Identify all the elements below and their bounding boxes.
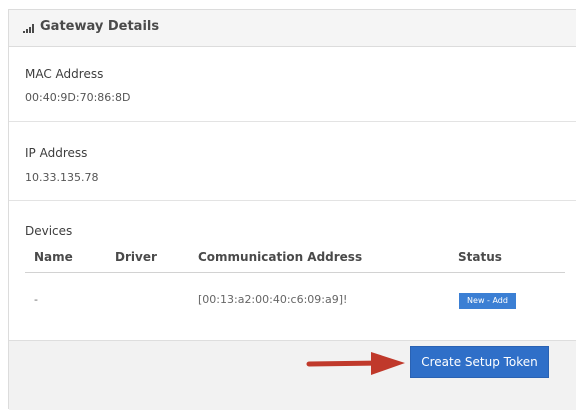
ip-address-label: IP Address — [25, 146, 88, 160]
column-header-status: Status — [458, 250, 502, 264]
panel-title: Gateway Details — [40, 19, 160, 34]
section-divider — [9, 200, 576, 201]
devices-label: Devices — [25, 224, 73, 238]
column-header-communication-address: Communication Address — [198, 250, 363, 264]
ip-address-value: 10.33.135.78 — [25, 171, 99, 184]
column-header-name: Name — [34, 250, 73, 264]
device-name-cell: - — [34, 293, 38, 306]
panel-header: Gateway Details — [9, 10, 576, 47]
status-badge-new-add[interactable]: New - Add — [459, 293, 516, 309]
signal-bars-icon — [23, 24, 34, 33]
create-setup-token-button[interactable]: Create Setup Token — [410, 346, 549, 378]
section-divider — [9, 121, 576, 122]
device-address-cell: [00:13:a2:00:40:c6:09:a9]! — [198, 293, 348, 306]
mac-address-label: MAC Address — [25, 67, 104, 81]
red-arrow-right-icon — [306, 352, 405, 375]
table-header-rule — [25, 272, 565, 273]
mac-address-value: 00:40:9D:70:86:8D — [25, 91, 131, 104]
column-header-driver: Driver — [115, 250, 157, 264]
